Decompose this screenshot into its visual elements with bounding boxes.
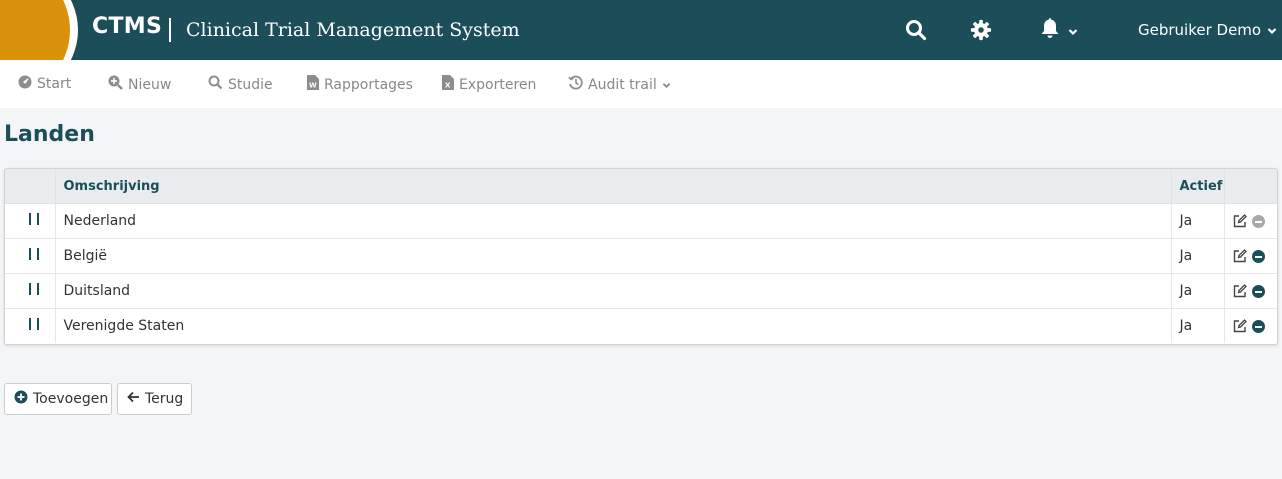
table-row: België Ja	[5, 238, 1277, 274]
plus-circle-icon	[14, 390, 28, 408]
nav-item-label: Studie	[228, 76, 273, 93]
user-name: Gebruiker Demo	[1138, 21, 1262, 39]
logo-circle	[0, 0, 70, 60]
nav-item-label: Exporteren	[459, 76, 537, 93]
cell-omschrijving: Nederland	[55, 203, 1172, 239]
edit-icon[interactable]	[1233, 319, 1247, 333]
nav-item-studie[interactable]: Studie	[208, 75, 273, 94]
nav-item-nieuw[interactable]: Nieuw	[108, 75, 171, 94]
svg-text:W: W	[309, 82, 317, 90]
arrow-left-icon	[127, 391, 140, 407]
cell-actief: Ja	[1171, 203, 1225, 239]
nav-item-label: Start	[37, 76, 72, 92]
brand-name[interactable]: CTMS	[92, 14, 162, 39]
drag-handle-icon[interactable]	[29, 283, 39, 295]
table-row: Duitsland Ja	[5, 273, 1277, 309]
chevron-down-icon	[1267, 21, 1277, 39]
table-header-row: Omschrijving Actief	[5, 169, 1277, 204]
brand-separator	[169, 18, 171, 42]
gear-icon[interactable]	[967, 16, 995, 44]
excel-file-icon: X	[442, 75, 454, 94]
cell-omschrijving: Duitsland	[55, 273, 1172, 309]
countries-table: Omschrijving Actief Nederland Ja België …	[4, 168, 1278, 345]
nav-item-label: Audit trail	[588, 76, 657, 93]
bell-icon	[1040, 17, 1060, 43]
chevron-down-icon	[662, 77, 671, 93]
add-button-label: Toevoegen	[33, 391, 109, 407]
column-header-actief[interactable]: Actief	[1171, 169, 1225, 204]
search-icon	[208, 75, 223, 94]
nav-item-label: Rapportages	[324, 76, 413, 93]
table-row: Nederland Ja	[5, 203, 1277, 239]
brand-subtitle: Clinical Trial Management System	[186, 19, 520, 41]
nav-item-audit-trail[interactable]: Audit trail	[568, 75, 671, 94]
svg-text:X: X	[445, 82, 451, 90]
back-button[interactable]: Terug	[117, 383, 192, 415]
cell-omschrijving: België	[55, 238, 1172, 274]
nav-item-rapportages[interactable]: W Rapportages	[307, 75, 413, 94]
table-row: Verenigde Staten Ja	[5, 308, 1277, 343]
cell-actief: Ja	[1171, 273, 1225, 309]
nav-item-start[interactable]: Start	[18, 75, 71, 93]
dashboard-icon	[18, 75, 32, 93]
search-icon[interactable]	[902, 16, 930, 44]
drag-handle-icon[interactable]	[29, 213, 39, 225]
page-title: Landen	[4, 122, 95, 147]
column-header-handle	[5, 169, 56, 204]
nav-item-label: Nieuw	[128, 76, 172, 93]
drag-handle-icon[interactable]	[29, 248, 39, 260]
plus-search-icon	[108, 75, 123, 94]
user-menu[interactable]: Gebruiker Demo	[1138, 21, 1277, 39]
cell-actief: Ja	[1171, 238, 1225, 274]
cell-omschrijving: Verenigde Staten	[55, 308, 1172, 343]
nav-item-exporteren[interactable]: X Exporteren	[442, 75, 536, 94]
drag-handle-icon[interactable]	[29, 318, 39, 330]
back-button-label: Terug	[145, 391, 184, 407]
column-header-omschrijving[interactable]: Omschrijving	[55, 169, 1172, 204]
remove-icon[interactable]	[1251, 284, 1265, 298]
top-bar: CTMS Clinical Trial Management System Ge…	[0, 0, 1282, 60]
add-button[interactable]: Toevoegen	[4, 383, 112, 415]
history-icon	[568, 75, 583, 94]
notifications-menu[interactable]	[1040, 16, 1090, 44]
edit-icon[interactable]	[1233, 284, 1247, 298]
main-nav: Start Nieuw Studie W Rapportages X Expor…	[0, 60, 1282, 108]
remove-icon	[1251, 214, 1265, 228]
cell-actief: Ja	[1171, 308, 1225, 343]
edit-icon[interactable]	[1233, 249, 1247, 263]
column-header-actions	[1224, 169, 1277, 204]
edit-icon[interactable]	[1233, 214, 1247, 228]
remove-icon[interactable]	[1251, 249, 1265, 263]
word-file-icon: W	[307, 75, 319, 94]
remove-icon[interactable]	[1251, 319, 1265, 333]
chevron-down-icon	[1068, 21, 1078, 40]
